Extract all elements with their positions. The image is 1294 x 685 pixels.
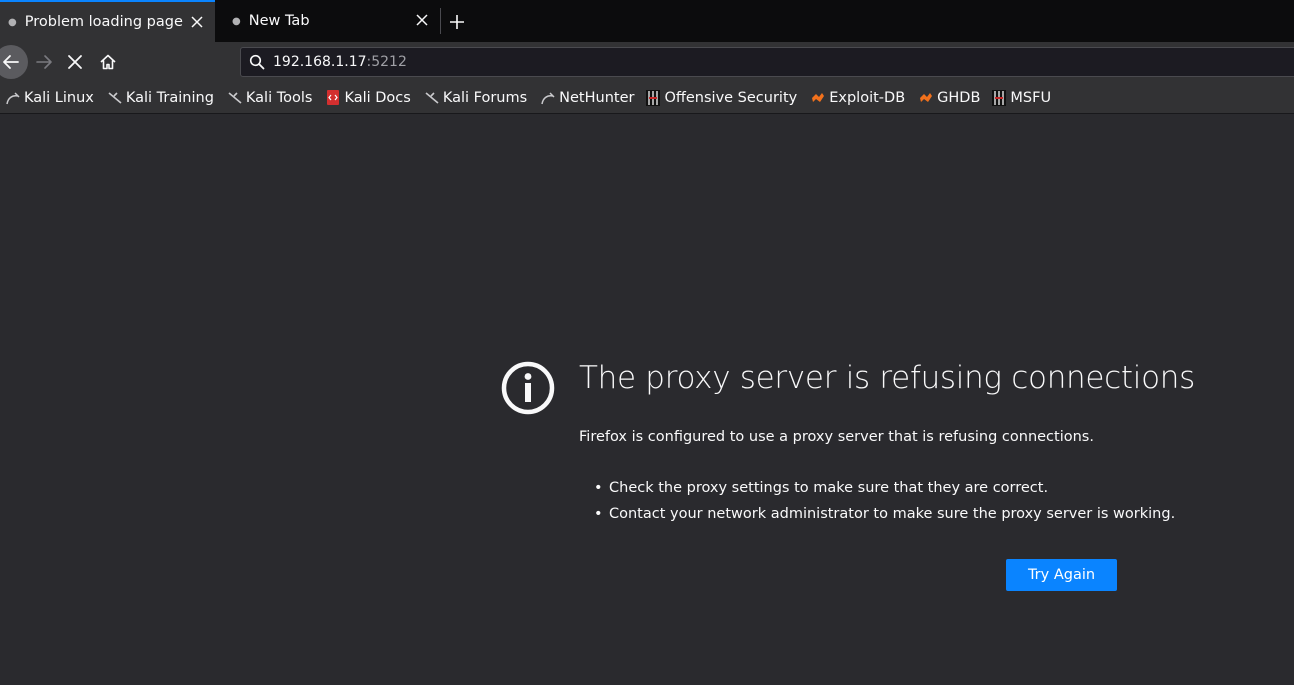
exploit-db-icon — [919, 90, 933, 106]
bookmark-label: Kali Forums — [442, 89, 528, 106]
close-tab-icon[interactable] — [414, 12, 430, 28]
tab-loading-dot: ● — [8, 16, 17, 28]
nethunter-icon — [541, 90, 555, 106]
bookmark-exploit-db[interactable]: Exploit-DB — [811, 90, 905, 106]
stop-button[interactable] — [59, 46, 91, 78]
search-icon — [249, 54, 265, 70]
error-page: The proxy server is refusing connections… — [0, 114, 1294, 685]
bookmark-label: Kali Tools — [245, 89, 313, 106]
error-title: The proxy server is refusing connections — [579, 360, 1195, 396]
plus-icon — [450, 15, 464, 29]
bookmark-label: Kali Linux — [24, 89, 94, 106]
bookmark-kali-tools[interactable]: Kali Tools — [228, 89, 313, 106]
home-button[interactable] — [92, 46, 124, 78]
error-suggestions-list: Check the proxy settings to make sure th… — [594, 478, 1175, 530]
bookmark-label: GHDB — [937, 89, 981, 106]
list-item: Check the proxy settings to make sure th… — [594, 478, 1175, 504]
bookmark-kali-forums[interactable]: Kali Forums — [425, 90, 527, 106]
url-host: 192.168.1.17 — [273, 54, 367, 70]
list-item: Contact your network administrator to ma… — [594, 504, 1175, 530]
close-tab-icon[interactable] — [189, 14, 205, 30]
back-button[interactable] — [0, 45, 28, 79]
kali-dragon-icon — [425, 90, 439, 106]
kali-dragon-icon — [108, 90, 122, 106]
home-icon — [100, 54, 116, 70]
bookmark-label: MSFU — [1010, 89, 1052, 106]
tab-separator — [440, 8, 441, 34]
bookmark-ghdb[interactable]: GHDB — [919, 90, 980, 106]
url-bar[interactable]: 192.168.1.17:5212 — [240, 47, 1294, 77]
bookmark-kali-linux[interactable]: Kali Linux — [6, 90, 94, 106]
navigation-toolbar: 192.168.1.17:5212 — [0, 42, 1294, 82]
new-tab-button[interactable] — [447, 12, 467, 32]
tab-problem-loading[interactable]: ● Problem loading page — [0, 0, 215, 42]
url-port: :5212 — [366, 54, 407, 70]
bookmark-kali-docs[interactable]: Kali Docs — [326, 89, 411, 106]
offsec-icon — [992, 89, 1007, 106]
bookmark-label: Kali Training — [125, 89, 214, 106]
tab-dot: ● — [232, 15, 241, 27]
tab-strip: ● Problem loading page ● New Tab — [0, 0, 1294, 43]
bookmark-nethunter[interactable]: NetHunter — [541, 90, 634, 106]
bookmark-label: NetHunter — [559, 89, 635, 106]
tab-label: New Tab — [248, 13, 310, 29]
back-arrow-icon — [3, 55, 19, 69]
bookmark-label: Kali Docs — [344, 89, 411, 106]
kali-dragon-icon — [6, 90, 20, 106]
kali-docs-icon — [326, 90, 340, 106]
forward-arrow-icon — [36, 55, 52, 69]
bookmark-offensive-security[interactable]: Offensive Security — [646, 89, 798, 106]
stop-icon — [68, 55, 82, 69]
bookmarks-toolbar: Kali Linux Kali Training Kali Tools Kali… — [0, 82, 1294, 114]
exploit-db-icon — [811, 90, 825, 106]
tab-label: Problem loading page — [24, 14, 183, 30]
bookmark-msfu[interactable]: MSFU — [992, 89, 1052, 106]
error-description: Firefox is configured to use a proxy ser… — [579, 429, 1094, 445]
try-again-button[interactable]: Try Again — [1006, 559, 1117, 591]
offsec-icon — [646, 89, 661, 106]
forward-button[interactable] — [28, 46, 60, 78]
bookmark-label: Offensive Security — [664, 89, 798, 106]
tab-new-tab[interactable]: ● New Tab — [224, 0, 440, 42]
bookmark-kali-training[interactable]: Kali Training — [108, 90, 214, 106]
kali-dragon-icon — [228, 90, 242, 106]
info-icon — [501, 361, 555, 415]
bookmark-label: Exploit-DB — [829, 89, 906, 106]
